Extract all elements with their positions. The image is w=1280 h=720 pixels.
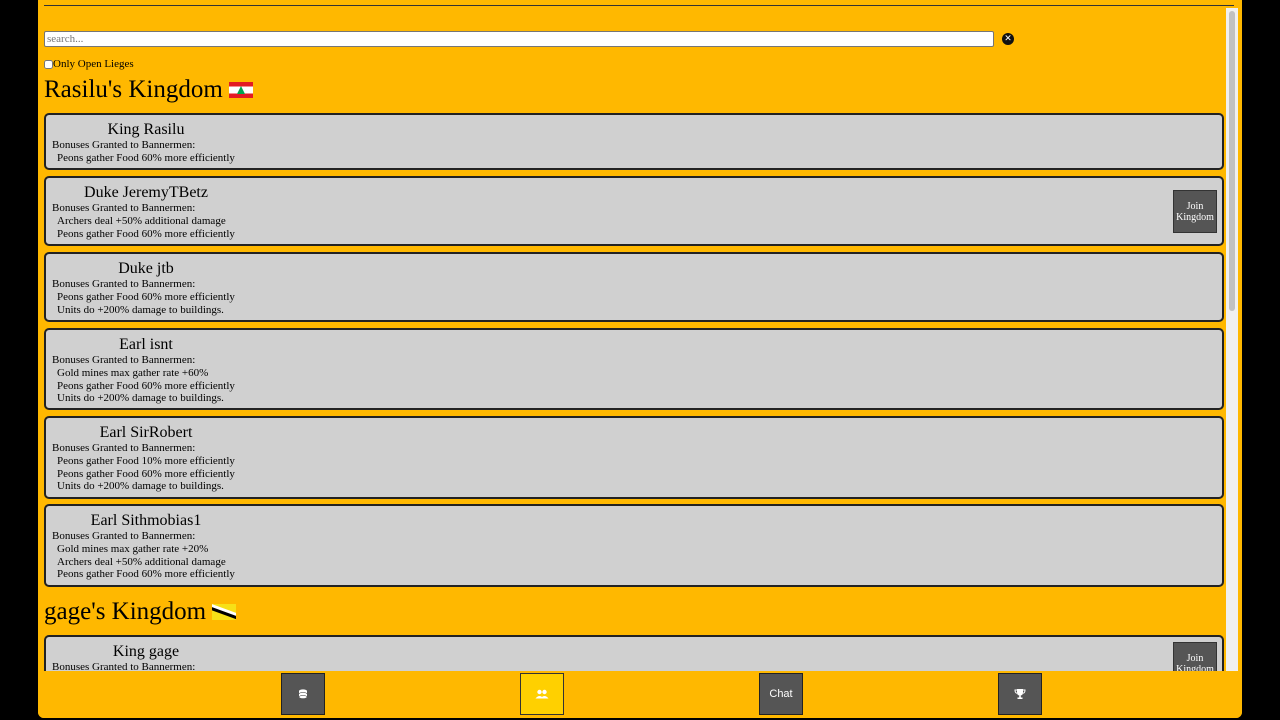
bonus-item: Peons gather Food 60% more efficiently bbox=[57, 468, 235, 480]
kingdom-title: gage's Kingdom bbox=[44, 597, 237, 627]
bonus-item: Peons gather Food 60% more efficiently bbox=[57, 152, 235, 164]
trophy-icon bbox=[1014, 689, 1026, 699]
bonus-item: Gold mines max gather rate +60% bbox=[57, 367, 209, 379]
bonus-item: Archers deal +50% additional damage bbox=[57, 556, 226, 568]
kingdom-title: Rasilu's Kingdom bbox=[44, 75, 253, 105]
liege-name: Earl Sithmobias1 bbox=[90, 512, 202, 529]
bonus-label: Bonuses Granted to Bannermen: bbox=[52, 278, 196, 290]
liege-name: King Rasilu bbox=[107, 121, 185, 138]
liege-card: Earl isnt Bonuses Granted to Bannermen: … bbox=[44, 328, 1224, 410]
bonus-item: Peons gather Food 10% more efficiently bbox=[57, 455, 235, 467]
bonus-item: Units do +200% damage to buildings. bbox=[57, 480, 224, 492]
join-kingdom-button[interactable]: Join Kingdom bbox=[1173, 190, 1217, 233]
bottom-nav: Chat bbox=[38, 671, 1242, 718]
search-row: ✕ bbox=[44, 31, 1014, 47]
scrollbar-thumb[interactable] bbox=[1229, 11, 1235, 311]
brunei-flag-icon bbox=[212, 604, 237, 620]
nav-resources-button[interactable] bbox=[281, 673, 325, 715]
liege-name: Earl SirRobert bbox=[99, 424, 193, 441]
liege-name: King gage bbox=[112, 643, 180, 660]
nav-kingdoms-button[interactable] bbox=[520, 673, 564, 715]
liege-name: Earl isnt bbox=[119, 336, 173, 353]
bonus-item: Peons gather Food 60% more efficiently bbox=[57, 291, 235, 303]
bonus-label: Bonuses Granted to Bannermen: bbox=[52, 530, 196, 542]
bonus-label: Bonuses Granted to Bannermen: bbox=[52, 202, 196, 214]
only-open-lieges-checkbox[interactable] bbox=[44, 59, 53, 69]
search-input[interactable] bbox=[44, 31, 994, 47]
bonus-item: Gold mines max gather rate +20% bbox=[57, 543, 209, 555]
nav-chat-button[interactable]: Chat bbox=[759, 673, 803, 715]
bonus-item: Peons gather Food 60% more efficiently bbox=[57, 380, 235, 392]
chat-label: Chat bbox=[769, 688, 793, 700]
bonus-label: Bonuses Granted to Bannermen: bbox=[52, 661, 196, 671]
liege-card: Earl SirRobert Bonuses Granted to Banner… bbox=[44, 416, 1224, 499]
liege-name: Duke JeremyTBetz bbox=[84, 184, 208, 201]
only-open-lieges-filter[interactable]: Only Open Lieges bbox=[44, 58, 134, 70]
liege-card: Earl Sithmobias1 Bonuses Granted to Bann… bbox=[44, 504, 1224, 587]
users-icon bbox=[535, 689, 549, 699]
bonus-label: Bonuses Granted to Bannermen: bbox=[52, 139, 196, 151]
liege-card: Duke jtb Bonuses Granted to Bannermen: P… bbox=[44, 252, 1224, 322]
coins-icon bbox=[298, 689, 308, 699]
top-divider bbox=[44, 5, 1234, 6]
liege-name: Duke jtb bbox=[118, 260, 174, 277]
bonus-item: Peons gather Food 60% more efficiently bbox=[57, 228, 235, 240]
lebanon-flag-icon bbox=[228, 82, 253, 98]
filter-label: Only Open Lieges bbox=[53, 58, 134, 70]
liege-card: King gage Bonuses Granted to Bannermen: … bbox=[44, 635, 1224, 671]
bonus-item: Units do +200% damage to buildings. bbox=[57, 304, 224, 316]
kingdom-title-text: Rasilu's Kingdom bbox=[44, 76, 223, 103]
kingdom-title-text: gage's Kingdom bbox=[44, 598, 207, 625]
x-circle-icon[interactable]: ✕ bbox=[1002, 33, 1014, 45]
bonus-item: Peons gather Food 60% more efficiently bbox=[57, 568, 235, 580]
lieges-list[interactable]: ✕ Only Open Lieges Rasilu's Kingdom King… bbox=[38, 0, 1242, 671]
bonus-label: Bonuses Granted to Bannermen: bbox=[52, 442, 196, 454]
bonus-item: Units do +200% damage to buildings. bbox=[57, 392, 224, 404]
bonus-label: Bonuses Granted to Bannermen: bbox=[52, 354, 196, 366]
vertical-scrollbar[interactable] bbox=[1226, 8, 1238, 671]
nav-leaderboard-button[interactable] bbox=[998, 673, 1042, 715]
join-kingdom-button[interactable]: Join Kingdom bbox=[1173, 642, 1217, 671]
liege-card: King Rasilu Bonuses Granted to Bannermen… bbox=[44, 113, 1224, 170]
bonus-item: Archers deal +50% additional damage bbox=[57, 215, 226, 227]
app-window: ✕ Only Open Lieges Rasilu's Kingdom King… bbox=[38, 0, 1242, 718]
liege-card: Duke JeremyTBetz Bonuses Granted to Bann… bbox=[44, 176, 1224, 246]
